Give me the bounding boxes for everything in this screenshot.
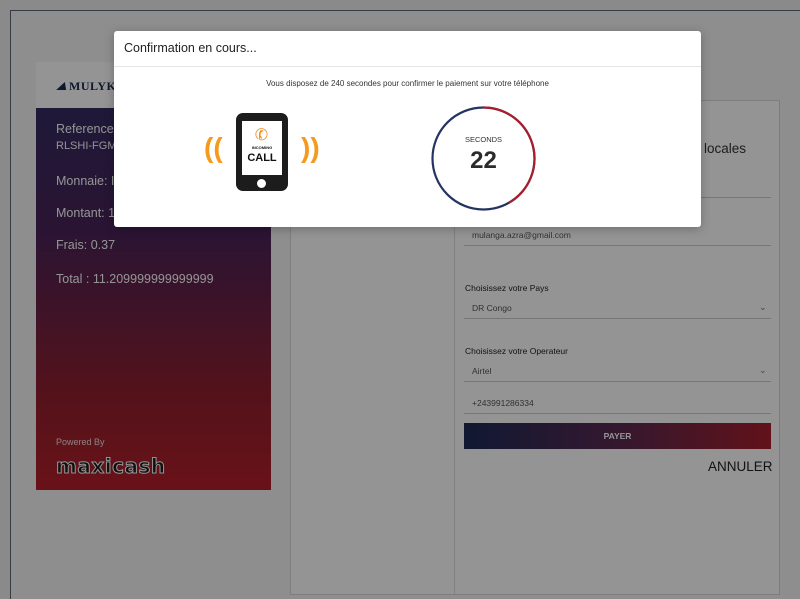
- call-text: CALL: [247, 152, 277, 164]
- countdown-value: 22: [470, 147, 497, 174]
- signal-wave-right-icon: )): [301, 132, 320, 163]
- handset-icon: ✆: [253, 125, 271, 146]
- phone-screen: ✆ INCOMING CALL: [242, 121, 282, 175]
- modal-title: Confirmation en cours...: [124, 41, 257, 55]
- incoming-call-phone-icon: ✆ INCOMING CALL: [236, 113, 288, 191]
- incoming-text: INCOMING: [251, 145, 273, 150]
- signal-wave-left-icon: ((: [204, 132, 223, 163]
- modal-message: Vous disposez de 240 secondes pour confi…: [266, 79, 549, 88]
- countdown-label: SECONDS: [464, 135, 503, 144]
- phone-home-button: [257, 179, 266, 188]
- confirmation-modal: Confirmation en cours... Vous disposez d…: [114, 31, 701, 227]
